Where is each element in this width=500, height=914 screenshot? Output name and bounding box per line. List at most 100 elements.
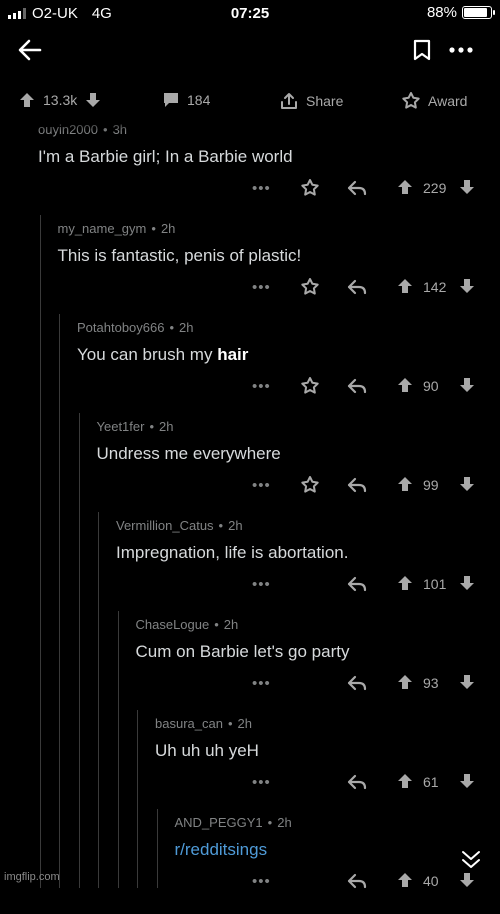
comment-score: 142 [423, 279, 447, 295]
downvote-button[interactable] [458, 475, 476, 498]
comment-author[interactable]: ChaseLogue [136, 617, 210, 632]
give-award-button[interactable] [300, 475, 320, 500]
comment-author[interactable]: Vermillion_Catus [116, 518, 214, 533]
downvote-button[interactable] [458, 178, 476, 201]
reply-button[interactable] [346, 377, 368, 400]
more-options-button[interactable]: ••• [252, 774, 271, 791]
downvote-button[interactable] [458, 277, 476, 300]
reply-icon [347, 378, 367, 394]
reply-icon [347, 873, 367, 889]
comment-age: 2h [160, 221, 176, 236]
share-icon [281, 93, 297, 109]
downvote-icon[interactable] [84, 91, 102, 109]
status-bar: O2-UK 4G 07:25 88% [0, 0, 500, 26]
more-options-button[interactable]: ••• [252, 378, 271, 395]
comment-author[interactable]: Potahtoboy666 [77, 320, 164, 335]
vote-control: 13.3k [18, 91, 102, 109]
reply-button[interactable] [346, 278, 368, 301]
downvote-button[interactable] [458, 673, 476, 696]
more-options-button[interactable]: ••• [252, 279, 271, 296]
award-button[interactable]: Award [401, 91, 467, 111]
comment: Yeet1fer • 2h Undress me everywhere ••• 99 [97, 419, 486, 518]
upvote-button[interactable] [396, 475, 414, 498]
comments-button[interactable]: 184 [162, 91, 210, 109]
more-options-button[interactable] [448, 40, 474, 60]
more-options-button[interactable]: ••• [252, 576, 271, 593]
upvote-icon [398, 774, 412, 788]
upvote-icon [398, 675, 412, 689]
battery-icon [462, 6, 495, 19]
comment-meta: Vermillion_Catus • 2h [116, 518, 243, 533]
give-award-button[interactable] [300, 178, 320, 203]
comment-age: 2h [223, 617, 239, 632]
comment-score: 61 [423, 774, 439, 790]
comment-age: 2h [237, 716, 252, 731]
meta-separator: • [267, 815, 273, 830]
thread-line [137, 710, 138, 888]
more-options-button[interactable]: ••• [252, 873, 271, 890]
more-options-button[interactable]: ••• [252, 675, 271, 692]
upvote-icon [398, 477, 412, 491]
reply-button[interactable] [346, 476, 368, 499]
double-chevron-down-icon [462, 851, 480, 868]
back-button[interactable] [16, 36, 44, 64]
upvote-button[interactable] [396, 376, 414, 399]
meta-separator: • [214, 617, 219, 632]
bookmark-icon [413, 39, 431, 61]
upvote-button[interactable] [396, 277, 414, 300]
downvote-button[interactable] [458, 871, 476, 894]
scroll-fade [0, 116, 500, 132]
downvote-button[interactable] [458, 376, 476, 399]
comment-author[interactable]: AND_PEGGY1 [175, 815, 263, 830]
comment-score: 229 [423, 180, 447, 196]
comment: Potahtoboy666 • 2h You can brush my hair •••… [77, 320, 485, 419]
reply-button[interactable] [346, 575, 368, 598]
comment-body[interactable]: r/redditsings [175, 840, 268, 860]
reply-button[interactable] [346, 872, 368, 895]
comment-meta: AND_PEGGY1 • 2h [175, 815, 292, 830]
downvote-button[interactable] [458, 772, 476, 795]
more-horizontal-icon [449, 47, 473, 53]
upvote-button[interactable] [396, 178, 414, 201]
more-options-button[interactable]: ••• [252, 477, 271, 494]
downvote-button[interactable] [458, 574, 476, 597]
upvote-button[interactable] [396, 772, 414, 795]
thread-line [98, 512, 99, 888]
scroll-down-button[interactable] [460, 850, 482, 870]
thread-line [117, 611, 119, 888]
comment-author[interactable]: Yeet1fer [97, 419, 145, 434]
comment-actions: ••• 101 [0, 573, 500, 595]
comment: ouyin2000•3hI'm a Barbie girl; In a Barb… [38, 122, 485, 221]
comment-meta: basura_can • 2h [155, 716, 252, 731]
save-post-button[interactable] [410, 38, 434, 62]
comment-body: Cum on Barbie let's go party [135, 642, 350, 661]
arrow-left-icon [18, 39, 42, 61]
reply-button[interactable] [346, 179, 368, 202]
upvote-button[interactable] [396, 673, 414, 696]
comment-actions: ••• 99 [0, 474, 500, 496]
upvote-button[interactable] [396, 871, 414, 894]
battery-percent: 88% [426, 4, 457, 21]
share-button[interactable]: Share [279, 91, 343, 111]
award-icon [301, 278, 319, 295]
award-icon [301, 476, 319, 493]
comment-age: 2h [277, 815, 292, 830]
reply-button[interactable] [346, 674, 368, 697]
comment-actions: ••• 90 [0, 375, 500, 397]
comment-score: 40 [423, 873, 439, 889]
give-award-button[interactable] [300, 277, 320, 302]
upvote-button[interactable] [396, 574, 414, 597]
comment-author[interactable]: basura_can [155, 716, 223, 731]
upvote-icon[interactable] [18, 91, 36, 109]
downvote-icon [460, 675, 474, 689]
reply-button[interactable] [346, 773, 368, 796]
give-award-button[interactable] [300, 376, 320, 401]
comment-author[interactable]: my_name_gym [58, 221, 147, 236]
comment-age: 2h [228, 518, 243, 533]
reply-icon [347, 774, 367, 790]
comment: ChaseLogue • 2h Cum on Barbie let's go part… [136, 617, 486, 716]
meta-separator: • [149, 419, 155, 434]
more-options-button[interactable]: ••• [252, 180, 271, 197]
comment-icon [164, 93, 178, 107]
upvote-icon [398, 279, 412, 293]
